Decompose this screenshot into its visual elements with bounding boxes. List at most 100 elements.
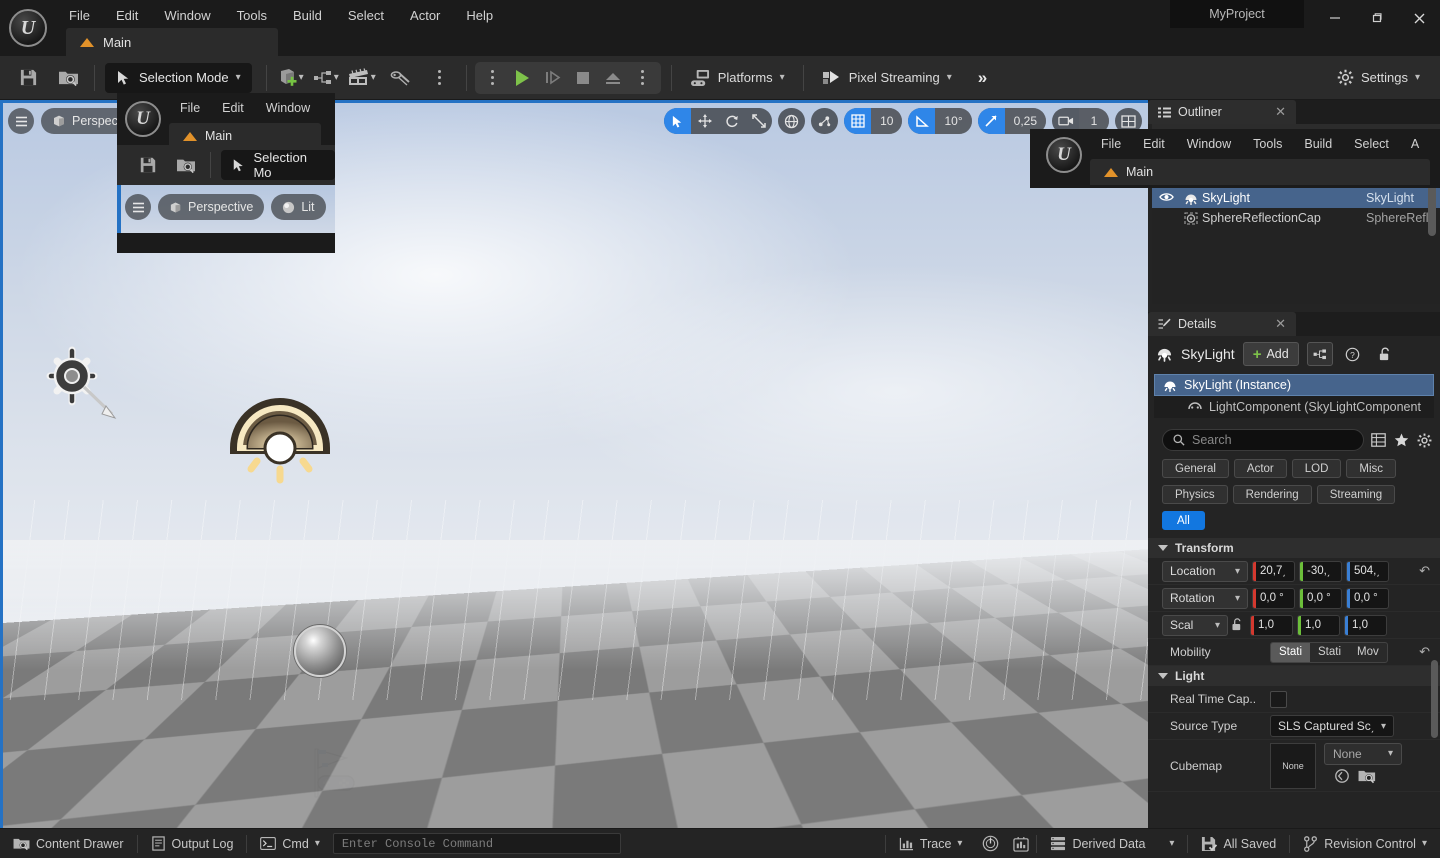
filter-streaming[interactable]: Streaming [1316, 485, 1396, 504]
move-tool-icon[interactable] [691, 108, 718, 134]
selection-mode-button[interactable]: Selection Mode ▾ [105, 62, 252, 93]
filter-rendering[interactable]: Rendering [1232, 485, 1312, 504]
details-scrollbar[interactable] [1431, 660, 1438, 738]
scale-lock-icon[interactable] [1228, 618, 1246, 632]
trace-button[interactable]: Trace ▾ [886, 829, 976, 858]
toolbar-overflow-button[interactable]: » [964, 68, 1001, 88]
angle-snap-value[interactable]: 10° [935, 108, 972, 134]
scale-y-field[interactable]: 1,0 [1297, 614, 1340, 636]
menu-item-window[interactable]: Window [255, 97, 321, 119]
rotation-z-field[interactable]: 0,0 ° [1346, 587, 1389, 609]
unreal-logo-icon[interactable]: U [0, 0, 56, 56]
column-settings-icon[interactable] [1371, 428, 1387, 452]
tab-main[interactable]: Main [66, 28, 278, 56]
browse-to-asset-icon[interactable] [1358, 768, 1376, 789]
toolbar-play-options[interactable] [478, 64, 508, 92]
save-icon[interactable] [8, 60, 48, 96]
close-icon[interactable]: ✕ [1275, 104, 1286, 120]
scale-x-field[interactable]: 1,0 [1250, 614, 1293, 636]
table-row[interactable]: SphereReflectionCap SphereRefl [1152, 208, 1440, 228]
search-input-wrapper[interactable] [1162, 429, 1364, 451]
rotation-dropdown[interactable]: Rotation ▾ [1162, 587, 1248, 609]
float-left-selection-mode[interactable]: Selection Mo [221, 150, 335, 180]
filter-general[interactable]: General [1162, 459, 1229, 478]
platforms-button[interactable]: Platforms ▾ [678, 61, 797, 95]
floating-editor-window-left[interactable]: U File Edit Window Main Selection Mo Per… [117, 93, 335, 253]
close-button[interactable] [1398, 0, 1440, 36]
select-tool-icon[interactable] [664, 108, 692, 134]
reflection-sphere[interactable] [294, 625, 346, 677]
reset-location-icon[interactable]: ↶ [1419, 563, 1430, 579]
console-command-input[interactable]: Enter Console Command [332, 833, 621, 854]
cubemap-thumbnail[interactable]: None [1270, 742, 1316, 789]
menu-item-window[interactable]: Window [151, 4, 223, 27]
location-z-field[interactable]: 504,͵ [1346, 560, 1389, 582]
lock-icon[interactable] [1373, 342, 1397, 366]
list-item[interactable]: SkyLight (Instance) [1154, 374, 1434, 396]
add-actor-button[interactable]: ▾ [273, 61, 308, 95]
skip-button[interactable] [538, 64, 568, 92]
favorites-star-icon[interactable] [1394, 428, 1410, 452]
section-transform[interactable]: Transform [1148, 538, 1440, 558]
float-left-camera-mode[interactable]: Perspective [158, 194, 265, 220]
help-icon[interactable]: ? [1341, 342, 1365, 366]
derived-data-button[interactable]: Derived Data ▾ [1037, 829, 1187, 858]
play-more-options[interactable] [628, 64, 658, 92]
section-light[interactable]: Light [1148, 666, 1440, 686]
scale-z-field[interactable]: 1,0 [1344, 614, 1387, 636]
add-component-button[interactable]: + Add [1242, 342, 1299, 366]
location-dropdown[interactable]: Location ▾ [1162, 560, 1248, 582]
scale-dropdown[interactable]: Scal ▾ [1162, 614, 1228, 636]
menu-item-actor[interactable]: A [1400, 133, 1430, 155]
play-button[interactable] [508, 64, 538, 92]
grid-snap-value[interactable]: 10 [871, 108, 903, 134]
filter-misc[interactable]: Misc [1346, 459, 1397, 478]
menu-item-select[interactable]: Select [335, 4, 397, 27]
menu-item-tools[interactable]: Tools [1242, 133, 1293, 155]
menu-item-file[interactable]: File [56, 4, 103, 27]
all-saved-status[interactable]: All Saved [1188, 829, 1289, 858]
player-start-flag[interactable] [306, 745, 364, 799]
cubemap-asset-dropdown[interactable]: None ▾ [1324, 742, 1402, 765]
world-coordinate-icon[interactable] [778, 108, 805, 134]
table-row[interactable]: SkyLight SkyLight [1152, 188, 1440, 208]
pixel-streaming-button[interactable]: Pixel Streaming ▾ [810, 61, 964, 95]
stop-button[interactable] [568, 64, 598, 92]
list-item[interactable]: LightComponent (SkyLightComponent [1154, 396, 1434, 418]
output-log-button[interactable]: Output Log [138, 829, 247, 858]
menu-item-file[interactable]: File [169, 97, 211, 119]
floating-editor-window-right[interactable]: U File Edit Window Tools Build Select A … [1030, 129, 1440, 188]
menu-item-help[interactable]: Help [453, 4, 506, 27]
menu-item-actor[interactable]: Actor [397, 4, 453, 27]
browse-content-icon[interactable] [48, 60, 88, 96]
content-drawer-button[interactable]: Content Drawer [0, 829, 137, 858]
unreal-logo-icon[interactable]: U [117, 93, 169, 145]
location-y-field[interactable]: -30,͵ [1299, 560, 1342, 582]
minimize-button[interactable] [1314, 0, 1356, 36]
close-icon[interactable]: ✕ [1275, 316, 1286, 332]
viewport-menu-icon[interactable] [125, 194, 151, 220]
unreal-logo-icon[interactable]: U [1038, 129, 1090, 181]
rotation-x-field[interactable]: 0,0 ° [1252, 587, 1295, 609]
toolbar-more-options[interactable] [420, 60, 460, 96]
blueprints-button[interactable]: ▾ [308, 61, 343, 95]
save-icon[interactable] [129, 147, 167, 183]
mobility-option-static[interactable]: Stati [1271, 642, 1311, 662]
stats-icon[interactable] [1006, 829, 1036, 858]
filter-actor[interactable]: Actor [1233, 459, 1287, 478]
details-settings-gear-icon[interactable] [1416, 428, 1432, 452]
menu-item-build[interactable]: Build [280, 4, 335, 27]
browse-content-icon[interactable] [167, 147, 205, 183]
scale-tool-icon[interactable] [745, 108, 772, 134]
float-left-viewport[interactable]: Perspective Lit [117, 185, 335, 233]
menu-item-edit[interactable]: Edit [1132, 133, 1176, 155]
viewport-menu-icon[interactable] [8, 108, 34, 134]
grid-snap-icon[interactable] [844, 108, 872, 134]
blueprint-edit-button[interactable] [1306, 342, 1333, 366]
filter-physics[interactable]: Physics [1162, 485, 1228, 504]
search-input[interactable] [1192, 433, 1353, 447]
cinematics-button[interactable]: ▾ [343, 61, 380, 95]
cmd-button[interactable]: Cmd ▾ [247, 829, 332, 858]
settings-button[interactable]: Settings ▾ [1329, 61, 1428, 95]
visual-effects-icon[interactable] [380, 60, 420, 96]
